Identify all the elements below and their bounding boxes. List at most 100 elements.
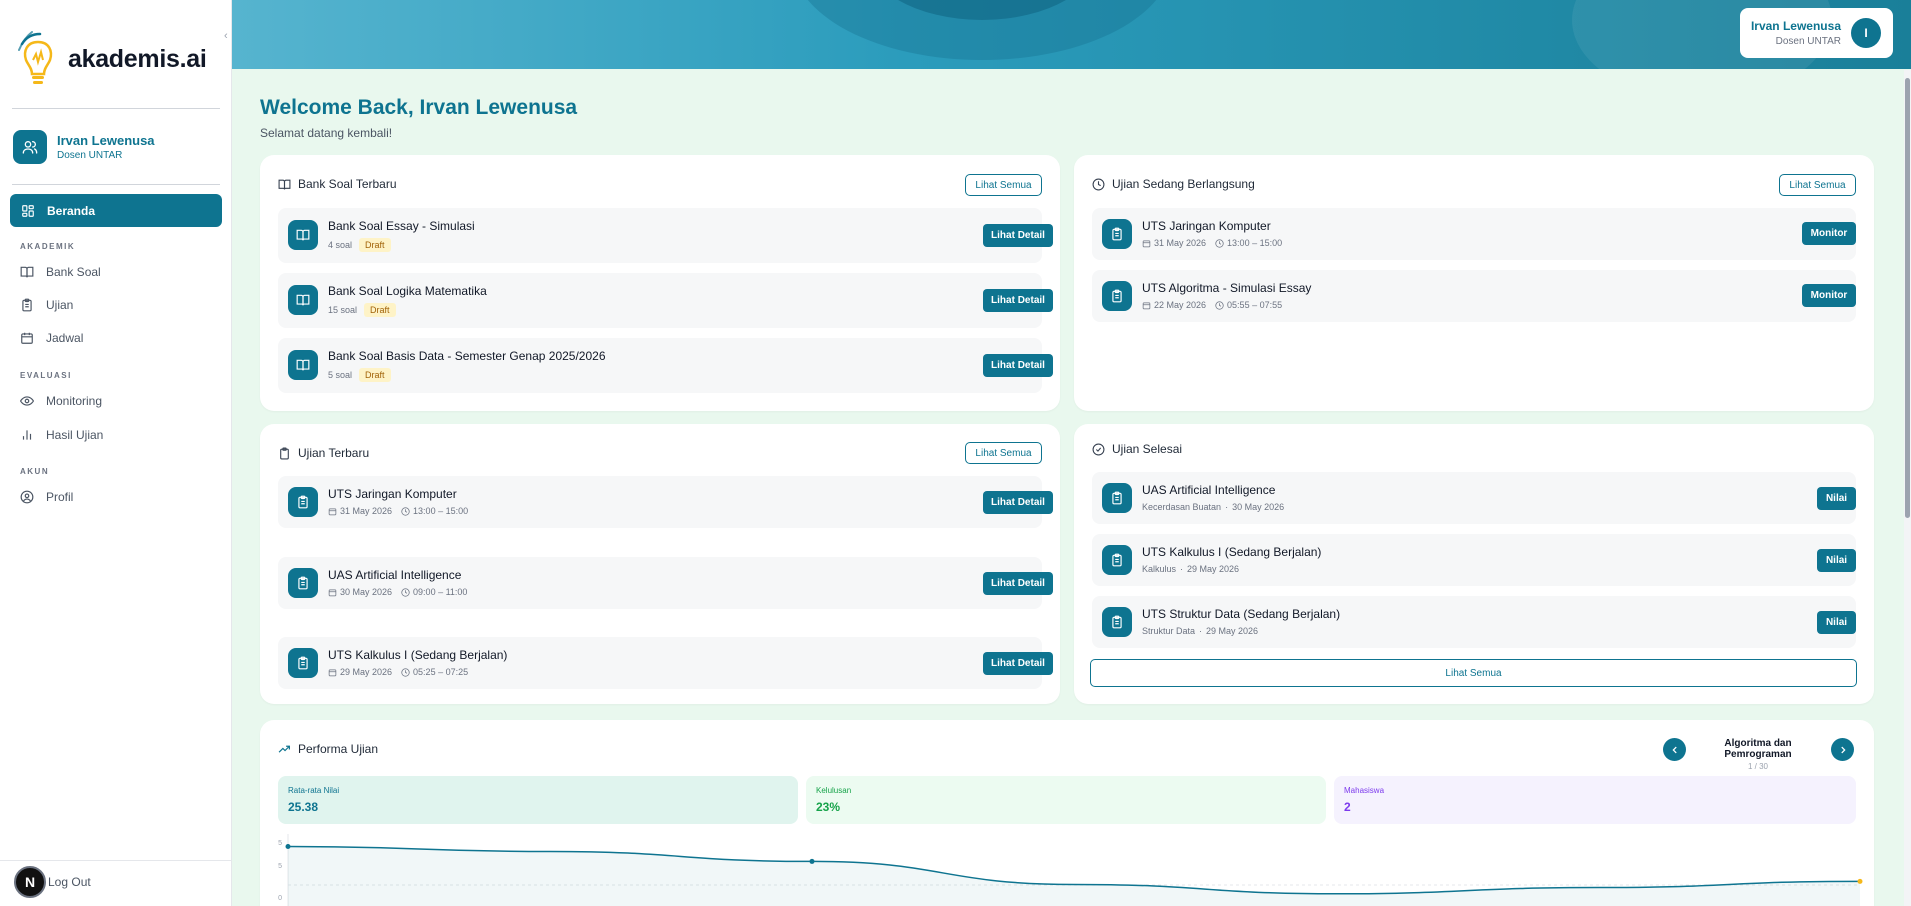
divider <box>0 860 232 861</box>
sidebar-item-hasil-ujian[interactable]: Hasil Ujian <box>20 428 103 442</box>
avatar: I <box>1851 18 1881 48</box>
view-detail-button[interactable]: Lihat Detail <box>983 224 1053 247</box>
sidebar-item-bank-soal[interactable]: Bank Soal <box>20 265 101 279</box>
clipboard-icon <box>20 298 34 312</box>
logo[interactable]: akademis.ai <box>18 30 207 88</box>
list-item[interactable]: UTS Jaringan Komputer 31 May 2026 13:00 … <box>278 476 1053 528</box>
see-all-button[interactable]: Lihat Semua <box>965 174 1042 196</box>
list-item[interactable]: UTS Struktur Data (Sedang Berjalan) Stru… <box>1092 596 1856 648</box>
section-akun: AKUN <box>20 467 50 476</box>
list-item[interactable]: UTS Kalkulus I (Sedang Berjalan) Kalkulu… <box>1092 534 1856 586</box>
book-open-icon <box>288 220 318 250</box>
item-title: UTS Jaringan Komputer <box>328 487 457 501</box>
item-date: 29 May 2026 <box>1206 626 1259 636</box>
clock-icon <box>401 587 410 597</box>
list-item[interactable]: UAS Artificial Intelligence 30 May 2026 … <box>278 557 1053 609</box>
section-akademik: AKADEMIK <box>20 242 76 251</box>
monitor-button[interactable]: Monitor <box>1802 222 1856 245</box>
see-all-button[interactable]: Lihat Semua <box>965 442 1042 464</box>
nextjs-badge[interactable]: N <box>14 866 46 898</box>
item-title: Bank Soal Essay - Simulasi <box>328 219 475 233</box>
sidebar-user-role: Dosen UNTAR <box>57 150 123 161</box>
list-item[interactable]: Bank Soal Basis Data - Semester Genap 20… <box>278 338 1053 393</box>
logout-button[interactable]: N Log Out <box>14 866 91 898</box>
card-header: Bank Soal Terbaru <box>278 177 397 191</box>
grade-button[interactable]: Nilai <box>1817 487 1856 510</box>
stat-average: Rata-rata Nilai 25.38 <box>278 776 798 824</box>
clipboard-icon <box>288 487 318 517</box>
card-title: Ujian Terbaru <box>298 446 370 460</box>
data-point[interactable] <box>809 858 815 864</box>
data-point[interactable] <box>1857 878 1863 884</box>
item-meta: Struktur Data · 29 May 2026 <box>1142 626 1259 636</box>
sidebar-item-label: Profil <box>46 490 74 504</box>
clipboard-icon <box>1102 607 1132 637</box>
scrollbar[interactable] <box>1904 70 1911 906</box>
item-time: 05:25 – 07:25 <box>413 667 469 677</box>
monitor-button[interactable]: Monitor <box>1802 284 1856 307</box>
view-detail-button[interactable]: Lihat Detail <box>983 491 1053 514</box>
view-detail-button[interactable]: Lihat Detail <box>983 354 1053 377</box>
sidebar-item-label: Bank Soal <box>46 265 101 279</box>
logout-label: Log Out <box>48 875 91 889</box>
item-title: UAS Artificial Intelligence <box>1142 483 1276 497</box>
check-circle-icon <box>1092 443 1105 456</box>
bank-soal-card: Bank Soal Terbaru Lihat Semua Bank Soal … <box>260 155 1060 411</box>
sidebar-item-profil[interactable]: Profil <box>20 490 73 504</box>
list-item[interactable]: Bank Soal Essay - Simulasi 4 soal Draft L… <box>278 208 1053 263</box>
view-detail-button[interactable]: Lihat Detail <box>983 572 1053 595</box>
card-title: Performa Ujian <box>298 742 379 756</box>
view-detail-button[interactable]: Lihat Detail <box>983 652 1053 675</box>
stat-label: Rata-rata Nilai <box>288 786 340 795</box>
user-circle-icon <box>20 490 34 504</box>
card-header: Performa Ujian <box>278 742 378 756</box>
item-subject: Struktur Data <box>1142 626 1196 636</box>
scrollbar-thumb[interactable] <box>1905 78 1910 518</box>
prev-course-button[interactable] <box>1663 738 1686 761</box>
item-meta: Kalkulus · 29 May 2026 <box>1142 564 1240 574</box>
grade-button[interactable]: Nilai <box>1817 549 1856 572</box>
sidebar-user-card[interactable]: Irvan Lewenusa Dosen UNTAR <box>13 130 155 164</box>
item-meta: Kecerdasan Buatan · 30 May 2026 <box>1142 502 1285 512</box>
card-header: Ujian Selesai <box>1092 442 1182 456</box>
sidebar-item-jadwal[interactable]: Jadwal <box>20 331 83 345</box>
next-course-button[interactable] <box>1831 738 1854 761</box>
item-title: UAS Artificial Intelligence <box>328 568 462 582</box>
sidebar-item-beranda[interactable]: Beranda <box>10 194 222 227</box>
item-title: UTS Kalkulus I (Sedang Berjalan) <box>1142 545 1322 559</box>
see-all-button[interactable]: Lihat Semua <box>1090 659 1857 687</box>
item-date: 30 May 2026 <box>340 587 393 597</box>
view-detail-button[interactable]: Lihat Detail <box>983 289 1053 312</box>
item-date: 31 May 2026 <box>340 506 393 516</box>
list-item[interactable]: UTS Algoritma - Simulasi Essay 22 May 20… <box>1092 270 1856 322</box>
grade-button[interactable]: Nilai <box>1817 611 1856 634</box>
see-all-button[interactable]: Lihat Semua <box>1779 174 1856 196</box>
trending-up-icon <box>278 743 291 756</box>
page-subtitle: Selamat datang kembali! <box>260 126 393 140</box>
status-badge: Draft <box>359 238 391 252</box>
calendar-icon <box>328 589 337 596</box>
sidebar: akademis.ai ‹ Irvan Lewenusa Dosen UNTAR… <box>0 0 232 906</box>
book-open-icon <box>288 350 318 380</box>
status-badge: Draft <box>359 368 391 382</box>
item-date: 30 May 2026 <box>1232 502 1285 512</box>
course-name: Algoritma dan Pemrograman <box>1724 738 1792 760</box>
data-point[interactable] <box>285 843 291 849</box>
sidebar-user-name: Irvan Lewenusa <box>57 133 155 148</box>
question-count: 5 soal <box>328 370 353 380</box>
divider <box>12 184 220 185</box>
item-date: 29 May 2026 <box>1187 564 1240 574</box>
clock-icon <box>401 667 410 677</box>
calendar-icon <box>328 669 337 676</box>
sidebar-item-ujian[interactable]: Ujian <box>20 298 73 312</box>
question-count: 4 soal <box>328 240 353 250</box>
list-item[interactable]: UTS Kalkulus I (Sedang Berjalan) 29 May … <box>278 637 1053 689</box>
list-item[interactable]: UAS Artificial Intelligence Kecerdasan B… <box>1092 472 1856 524</box>
item-meta: 31 May 2026 13:00 – 15:00 <box>1142 238 1282 248</box>
list-item[interactable]: UTS Jaringan Komputer 31 May 2026 13:00 … <box>1092 208 1856 260</box>
item-time: 13:00 – 15:00 <box>413 506 469 516</box>
header-user-menu[interactable]: Irvan Lewenusa Dosen UNTAR I <box>1740 8 1893 58</box>
performance-line-chart: 5 5 0 <box>278 834 1863 906</box>
sidebar-item-monitoring[interactable]: Monitoring <box>20 394 102 408</box>
list-item[interactable]: Bank Soal Logika Matematika 15 soal Draft… <box>278 273 1053 328</box>
